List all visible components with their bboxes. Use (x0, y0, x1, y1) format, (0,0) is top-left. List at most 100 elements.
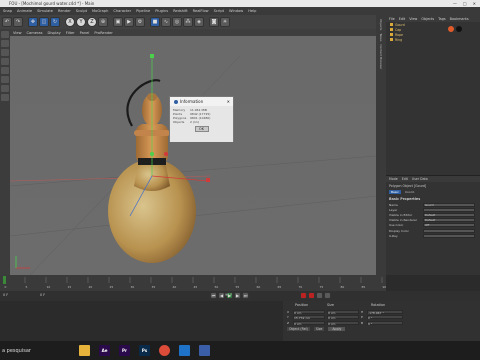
gizmo-center[interactable] (150, 152, 154, 156)
keyframe-icon[interactable] (316, 292, 323, 299)
attribute-field[interactable] (423, 207, 475, 212)
position-field[interactable]: 15.732 cm (293, 315, 325, 320)
next-frame-icon[interactable]: ▶ (234, 292, 241, 299)
coord-mode-select[interactable]: Object (Rel) (287, 326, 310, 331)
go-end-icon[interactable]: ⏭ (242, 292, 249, 299)
array-icon[interactable]: ⁂ (183, 17, 193, 27)
viewport-menu-item[interactable]: ProRender (94, 31, 113, 35)
viewport-menu-item[interactable]: Cameras (27, 31, 43, 35)
position-field[interactable]: 0 cm (293, 309, 325, 315)
photoshop-icon[interactable]: Ps (139, 345, 150, 356)
light-icon[interactable]: ☀ (220, 17, 230, 27)
move-icon[interactable]: ✥ (28, 17, 38, 27)
go-start-icon[interactable]: ⏮ (210, 292, 217, 299)
model-mode-icon[interactable] (1, 31, 9, 38)
object-row[interactable]: Ring (386, 37, 480, 42)
attribute-field[interactable]: Default (423, 218, 475, 223)
menu-item-11[interactable]: Script (214, 9, 224, 13)
render-settings-icon[interactable]: ⚙ (135, 17, 145, 27)
object-manager-menu-item[interactable]: View (409, 17, 417, 21)
object-manager-menu-item[interactable]: Tags (438, 17, 446, 21)
chrome-icon[interactable] (159, 345, 170, 356)
viewport-menu-item[interactable]: View (13, 31, 22, 35)
attribute-field[interactable] (423, 233, 475, 238)
cube-icon[interactable]: ■ (150, 17, 160, 27)
y-axis-button[interactable]: Y (76, 17, 86, 27)
viewport-menu-item[interactable]: Filter (66, 31, 75, 35)
current-frame-field[interactable]: 0 F (40, 293, 45, 297)
menu-item-1[interactable]: Animate (17, 9, 32, 13)
x-gizmo-handle[interactable] (206, 178, 210, 182)
prev-frame-icon[interactable]: ◀ (218, 292, 225, 299)
object-manager-menu-item[interactable]: Objects (421, 17, 434, 21)
render-view-icon[interactable]: ▣ (113, 17, 123, 27)
viewport-menu-item[interactable]: Display (48, 31, 61, 35)
vscode-icon[interactable] (179, 345, 190, 356)
menu-item-12[interactable]: Window (229, 9, 243, 13)
object-manager-menu-item[interactable]: Bookmarks (450, 17, 469, 21)
timeline-ruler[interactable]: 0 5 10 15 20 25 30 35 40 45 50 55 60 65 70 75 80 85 90 (0, 275, 386, 291)
attribute-field[interactable]: Gourd (423, 202, 475, 207)
snap-icon[interactable] (1, 85, 9, 92)
end-frame-field[interactable]: 90 F (225, 293, 232, 297)
menu-item-8[interactable]: Plugins (155, 9, 168, 13)
apply-button[interactable]: Apply (328, 326, 346, 331)
scale-icon[interactable]: ◫ (39, 17, 49, 27)
object-manager-menu-item[interactable]: Edit (399, 17, 406, 21)
after-effects-icon[interactable]: Ae (99, 345, 110, 356)
rotation-field[interactable]: 0 ° (367, 320, 403, 326)
object-manager-menu-item[interactable]: File (389, 17, 395, 21)
rotation-field[interactable]: -178.967 ° (367, 309, 403, 315)
attribute-field[interactable]: Default (423, 212, 475, 217)
taskbar-search[interactable]: a pesquisar (0, 348, 70, 354)
tab-basic[interactable]: Basic (389, 190, 401, 194)
cinema4d-icon[interactable] (199, 345, 210, 356)
x-axis-button[interactable]: X (65, 17, 75, 27)
motion-icon[interactable] (324, 292, 331, 299)
start-frame-field[interactable]: 0 F (3, 293, 8, 297)
attribute-field[interactable]: Off (423, 223, 475, 228)
size-mode-select[interactable]: Size (313, 326, 325, 331)
size-field[interactable]: 0 cm (327, 320, 359, 326)
menu-item-0[interactable]: Snap (3, 9, 12, 13)
nurbs-icon[interactable]: ◎ (172, 17, 182, 27)
camera-icon[interactable]: ◙ (209, 17, 219, 27)
tab-takes[interactable]: Takes (379, 33, 383, 41)
gizmo-rotate-handle[interactable] (164, 152, 168, 156)
rotate-icon[interactable]: ↻ (50, 17, 60, 27)
workplane-icon[interactable] (1, 94, 9, 101)
attribute-menu-item[interactable]: Edit (402, 177, 408, 181)
menu-item-9[interactable]: Redshift (173, 9, 188, 13)
tab-objects[interactable]: Objects (379, 19, 383, 30)
menu-item-10[interactable]: RealFlow (193, 9, 209, 13)
world-coords-icon[interactable]: ⊕ (98, 17, 108, 27)
redo-icon[interactable]: ↷ (13, 17, 23, 27)
material-manager[interactable] (0, 301, 283, 341)
timeline[interactable]: 0 5 10 15 20 25 30 35 40 45 50 55 60 65 70 75 80 85 90 (0, 275, 386, 291)
menu-item-6[interactable]: Character (113, 9, 131, 13)
polygons-mode-icon[interactable] (1, 67, 9, 74)
minimize-button[interactable]: — (453, 1, 457, 6)
playhead[interactable] (3, 276, 6, 284)
menu-item-3[interactable]: Render (58, 9, 71, 13)
tab-content-browser[interactable]: Content Browser (379, 44, 383, 69)
size-field[interactable]: 0 cm (327, 309, 359, 315)
texture-mode-icon[interactable] (1, 40, 9, 47)
attribute-menu-item[interactable]: User Data (412, 177, 428, 181)
tab-coord[interactable]: Coord. (403, 190, 417, 194)
position-field[interactable]: 0 cm (293, 320, 325, 326)
record-icon[interactable] (300, 292, 307, 299)
menu-item-13[interactable]: Help (248, 9, 256, 13)
undo-icon[interactable]: ↶ (2, 17, 12, 27)
menu-item-4[interactable]: Sculpt (76, 9, 87, 13)
file-explorer-icon[interactable] (79, 345, 90, 356)
axis-mode-icon[interactable] (1, 76, 9, 83)
attribute-field[interactable] (423, 228, 475, 233)
menu-item-7[interactable]: Pipeline (136, 9, 150, 13)
ok-button[interactable]: OK (194, 126, 209, 133)
z-axis-button[interactable]: Z (87, 17, 97, 27)
menu-item-5[interactable]: MoGraph (92, 9, 108, 13)
rotation-field[interactable]: 0 ° (367, 315, 403, 320)
render-icon[interactable]: ▶ (124, 17, 134, 27)
size-field[interactable]: 0 cm (327, 315, 359, 320)
